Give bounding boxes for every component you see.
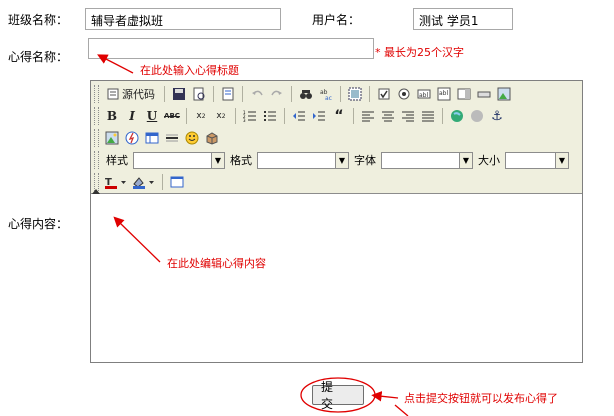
subscript-icon[interactable]: x2 — [192, 107, 210, 125]
style-label: 样式 — [106, 154, 128, 167]
insert-image-icon[interactable] — [103, 129, 121, 147]
svg-text:abl: abl — [419, 92, 428, 99]
justify-icon[interactable] — [419, 107, 437, 125]
select-all-icon[interactable] — [346, 85, 364, 103]
align-left-icon[interactable] — [359, 107, 377, 125]
toolbar-grip — [94, 107, 99, 125]
size-select[interactable]: ▼ — [505, 151, 569, 169]
toolbar-grip — [94, 85, 99, 103]
undo-icon[interactable] — [248, 85, 266, 103]
collapse-toolbar-icon[interactable] — [92, 184, 100, 194]
toolbar-row-4: 样式 ▼ 格式 ▼ 字体 ▼ 大小 ▼ — [103, 150, 569, 170]
svg-text:ac: ac — [325, 95, 332, 101]
toolbar-row-1: 源代码 ab ac abl abl — [103, 84, 513, 104]
save-icon[interactable] — [170, 85, 188, 103]
source-icon — [107, 88, 119, 100]
background-color-icon[interactable] — [131, 173, 157, 191]
source-code-button[interactable]: 源代码 — [103, 85, 159, 103]
toolbar-grip — [94, 151, 99, 169]
toolbar-grip — [94, 129, 99, 147]
title-annotation: 在此处输入心得标题 — [140, 64, 239, 77]
toolbar-row-3 — [103, 128, 221, 148]
special-char-icon[interactable] — [203, 129, 221, 147]
replace-icon[interactable]: ab ac — [317, 85, 335, 103]
class-name-label: 班级名称： — [8, 13, 69, 27]
find-icon[interactable] — [297, 85, 315, 103]
smiley-icon[interactable] — [183, 129, 201, 147]
class-name-field[interactable]: 辅导者虚拟班 — [85, 8, 281, 30]
font-select[interactable]: ▼ — [381, 151, 473, 169]
textfield-icon[interactable]: abl — [415, 85, 433, 103]
button-field-icon[interactable] — [475, 85, 493, 103]
svg-text:abl: abl — [439, 90, 448, 97]
insert-table-icon[interactable] — [143, 129, 161, 147]
maximize-icon[interactable] — [168, 173, 186, 191]
strikethrough-icon[interactable]: ABC — [163, 107, 181, 125]
submit-arrow-icon — [371, 391, 399, 402]
chevron-down-icon[interactable]: ▼ — [335, 152, 348, 168]
chevron-down-icon[interactable]: ▼ — [211, 152, 224, 168]
ordered-list-icon[interactable]: 123 — [241, 107, 259, 125]
title-arrow-icon — [97, 54, 134, 74]
italic-icon[interactable]: I — [123, 107, 141, 125]
unordered-list-icon[interactable] — [261, 107, 279, 125]
size-label: 大小 — [478, 154, 500, 167]
superscript-icon[interactable]: x2 — [212, 107, 230, 125]
blockquote-icon[interactable]: “ — [330, 107, 348, 125]
underline-icon[interactable]: U — [143, 107, 161, 125]
unlink-icon[interactable] — [468, 107, 486, 125]
chevron-down-icon[interactable]: ▼ — [459, 152, 472, 168]
submit-annotation: 点击提交按钮就可以发布心得了 — [404, 392, 558, 405]
image-button-icon[interactable] — [495, 85, 513, 103]
toolbar-row-2: B I U ABC x2 x2 123 “ ⚓ — [103, 106, 506, 126]
svg-text:3: 3 — [243, 118, 246, 123]
link-icon[interactable] — [448, 107, 466, 125]
content-edit-area[interactable] — [91, 194, 582, 362]
format-select[interactable]: ▼ — [257, 151, 349, 169]
rich-text-editor: 源代码 ab ac abl abl B I U ABC x 2 x 2 1 2 … — [90, 80, 583, 363]
text-color-icon[interactable]: T — [103, 173, 129, 191]
username-label: 用户名： — [312, 13, 361, 27]
title-length-hint: * 最长为25个汉字 — [375, 46, 464, 59]
indent-icon[interactable] — [310, 107, 328, 125]
template-icon[interactable] — [219, 85, 237, 103]
editor-toolbar: 源代码 ab ac abl abl B I U ABC x 2 x 2 1 2 … — [91, 81, 582, 194]
insert-flash-icon[interactable] — [123, 129, 141, 147]
content-label: 心得内容： — [8, 217, 69, 231]
format-label: 格式 — [230, 154, 252, 167]
align-right-icon[interactable] — [399, 107, 417, 125]
style-select[interactable]: ▼ — [133, 151, 225, 169]
title-label: 心得名称： — [8, 50, 69, 64]
horizontal-rule-icon[interactable] — [163, 129, 181, 147]
textarea-icon[interactable]: abl — [435, 85, 453, 103]
anchor-icon[interactable]: ⚓ — [488, 107, 506, 125]
username-field[interactable]: 测试 学员1 — [413, 8, 513, 30]
preview-icon[interactable] — [190, 85, 208, 103]
bold-icon[interactable]: B — [103, 107, 121, 125]
title-input[interactable] — [88, 38, 374, 59]
select-field-icon[interactable] — [455, 85, 473, 103]
radio-icon[interactable] — [395, 85, 413, 103]
redo-icon[interactable] — [268, 85, 286, 103]
content-annotation: 在此处编辑心得内容 — [167, 257, 266, 270]
outdent-icon[interactable] — [290, 107, 308, 125]
toolbar-row-5: T — [103, 172, 186, 192]
submit-button[interactable]: 提 交 — [312, 380, 364, 411]
source-code-label: 源代码 — [122, 88, 155, 101]
checkbox-icon[interactable] — [375, 85, 393, 103]
align-center-icon[interactable] — [379, 107, 397, 125]
submit-arrow-tail-icon — [394, 404, 409, 416]
font-label: 字体 — [354, 154, 376, 167]
chevron-down-icon[interactable]: ▼ — [555, 152, 568, 168]
